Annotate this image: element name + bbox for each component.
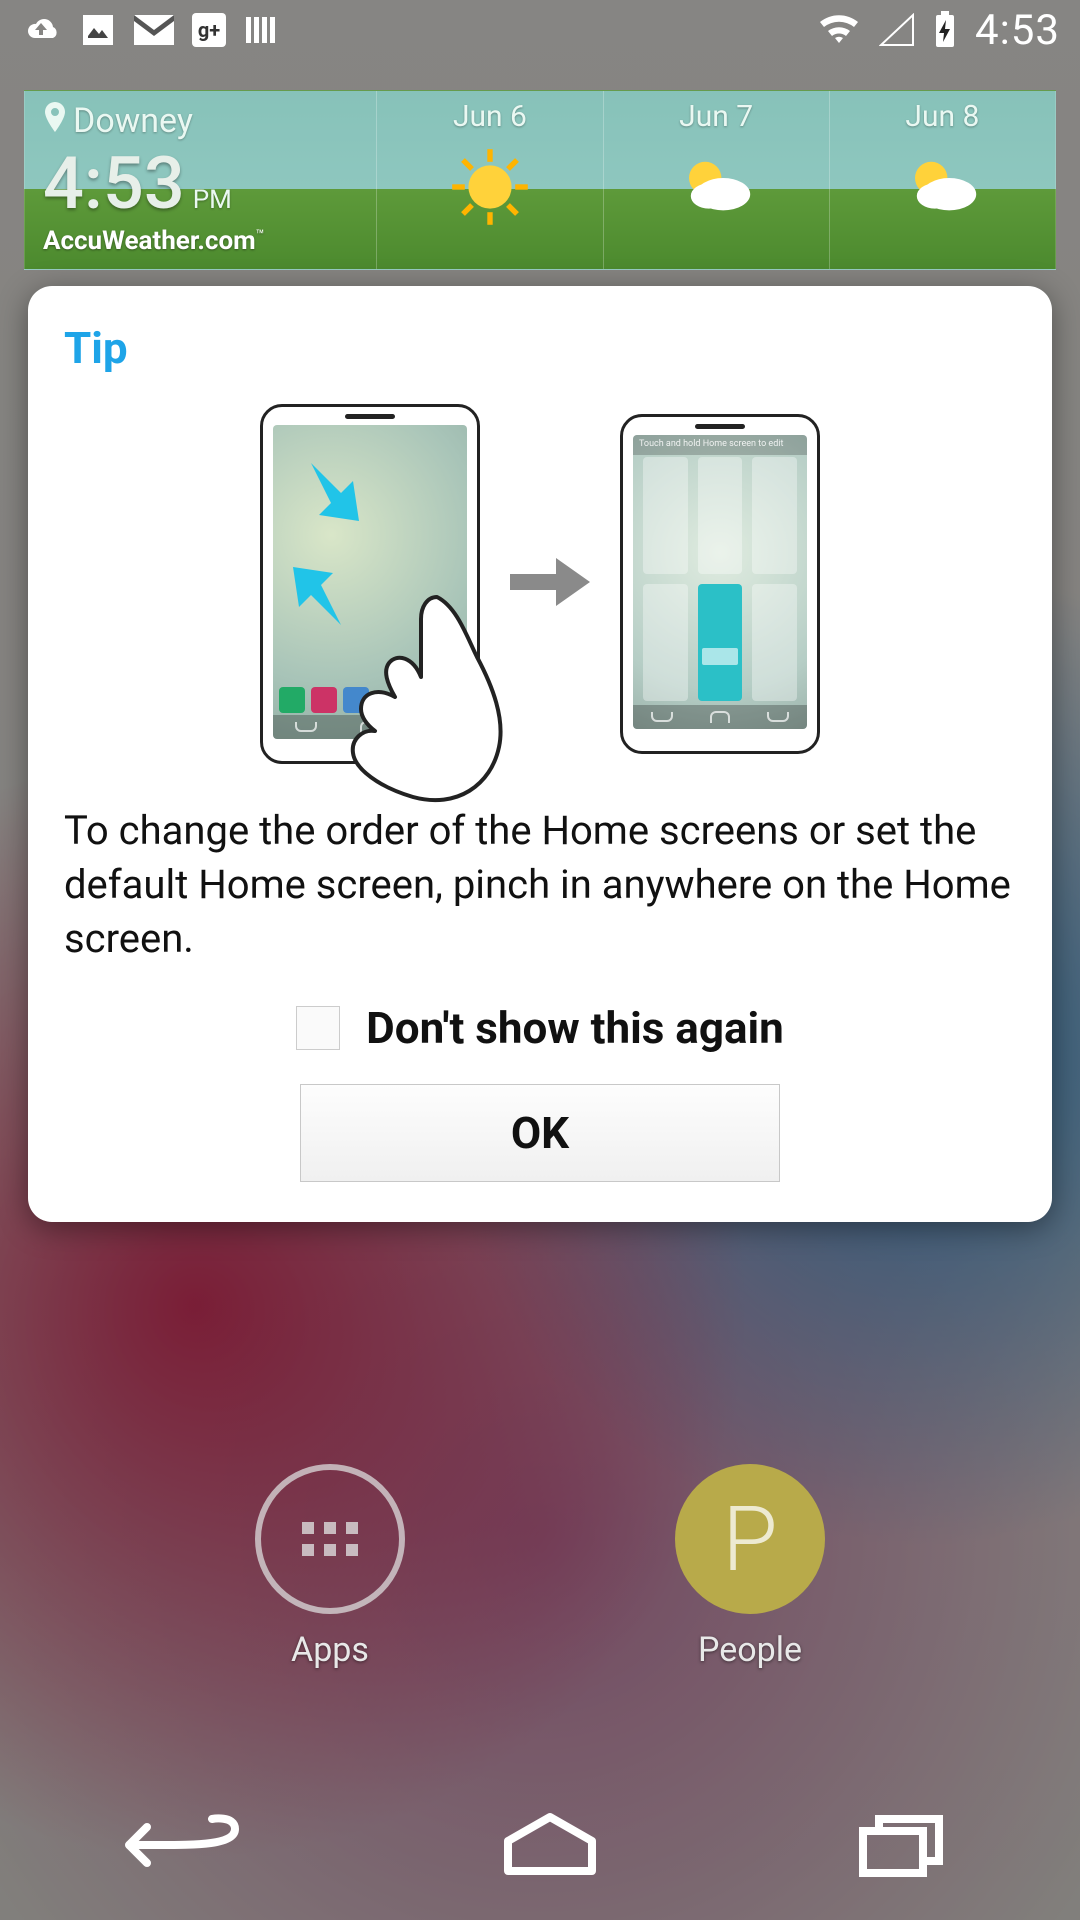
weather-time: 4:53 bbox=[43, 141, 185, 226]
forecast-day-2[interactable]: Jun 7 bbox=[603, 91, 829, 269]
weather-current: Downey 4:53 PM AccuWeather.com™ bbox=[25, 91, 376, 269]
sunny-icon bbox=[445, 142, 535, 236]
illustration-phone-pinch bbox=[260, 404, 480, 764]
battery-charging-icon bbox=[933, 11, 957, 49]
status-clock: 4:53 bbox=[975, 6, 1060, 55]
forecast-day-1[interactable]: Jun 6 bbox=[376, 91, 602, 269]
forecast-date: Jun 6 bbox=[453, 99, 527, 134]
apps-label: Apps bbox=[291, 1630, 369, 1670]
cloud-upload-icon bbox=[20, 15, 62, 45]
weather-brand: AccuWeather.com™ bbox=[43, 226, 358, 256]
wifi-icon bbox=[817, 13, 861, 47]
forecast-date: Jun 7 bbox=[679, 99, 753, 134]
weather-ampm: PM bbox=[193, 185, 232, 215]
weather-location: Downey bbox=[73, 101, 193, 141]
overview-hint: Touch and hold Home screen to edit bbox=[633, 435, 807, 455]
forecast-day-3[interactable]: Jun 8 bbox=[829, 91, 1055, 269]
svg-text:g+: g+ bbox=[198, 18, 220, 42]
partly-cloudy-icon bbox=[671, 142, 761, 236]
people-shortcut[interactable]: P People bbox=[675, 1464, 825, 1670]
status-right: 4:53 bbox=[817, 6, 1060, 55]
pinch-arrow-down-icon bbox=[301, 463, 371, 533]
dialog-title: Tip bbox=[64, 322, 1016, 374]
arrow-right-icon bbox=[510, 552, 590, 616]
image-icon bbox=[80, 12, 116, 48]
people-label: People bbox=[698, 1630, 802, 1670]
dialog-illustration: Touch and hold Home screen to edit bbox=[64, 404, 1016, 764]
tip-dialog: Tip bbox=[28, 286, 1052, 1222]
status-bar: g+ 4:53 bbox=[0, 0, 1080, 60]
dialog-body: To change the order of the Home screens … bbox=[64, 804, 1016, 966]
gmail-icon bbox=[134, 15, 174, 45]
pinch-hand-icon bbox=[317, 587, 517, 811]
back-button[interactable] bbox=[117, 1805, 257, 1885]
cell-signal-icon bbox=[879, 13, 915, 47]
partly-cloudy-icon bbox=[897, 142, 987, 236]
ok-button[interactable]: OK bbox=[300, 1084, 780, 1182]
nav-bar bbox=[0, 1770, 1080, 1920]
illustration-phone-overview: Touch and hold Home screen to edit bbox=[620, 414, 820, 754]
weather-widget[interactable]: Downey 4:53 PM AccuWeather.com™ Jun 6 Ju… bbox=[24, 90, 1056, 270]
bars-icon bbox=[244, 13, 278, 47]
apps-icon bbox=[255, 1464, 405, 1614]
home-button[interactable] bbox=[490, 1805, 610, 1885]
status-left: g+ bbox=[20, 12, 278, 48]
location-pin-icon bbox=[43, 101, 67, 141]
recent-apps-button[interactable] bbox=[843, 1805, 963, 1885]
people-icon: P bbox=[675, 1464, 825, 1614]
dont-show-checkbox[interactable] bbox=[296, 1006, 340, 1050]
apps-shortcut[interactable]: Apps bbox=[255, 1464, 405, 1670]
google-plus-icon: g+ bbox=[192, 13, 226, 47]
forecast-date: Jun 8 bbox=[905, 99, 979, 134]
dont-show-label: Don't show this again bbox=[366, 1002, 784, 1054]
dont-show-row[interactable]: Don't show this again bbox=[64, 1002, 1016, 1054]
home-shortcuts: Apps P People bbox=[0, 1464, 1080, 1670]
